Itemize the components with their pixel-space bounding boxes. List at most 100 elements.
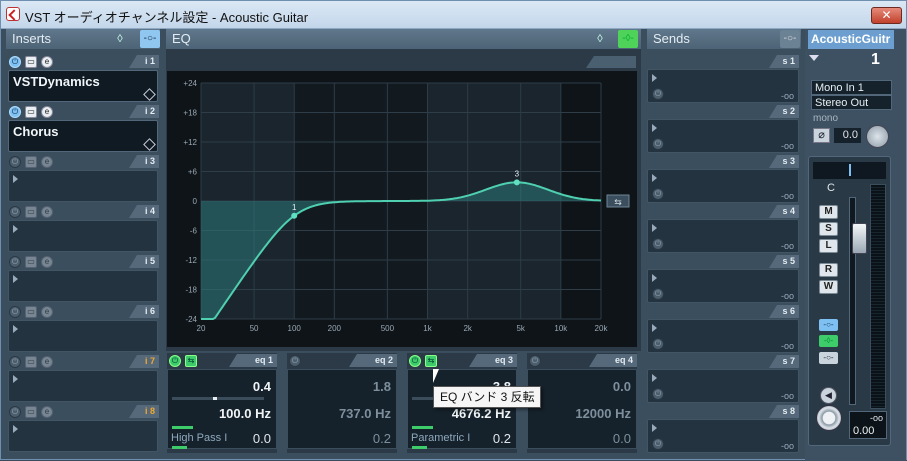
eq-band-gain[interactable]: 0.4 <box>253 379 271 394</box>
eq-band-point[interactable] <box>513 179 520 186</box>
strip-button-r[interactable]: R <box>819 263 838 277</box>
gain-marker[interactable] <box>213 397 217 400</box>
strip-button-s[interactable]: S <box>819 222 838 236</box>
eq-band-frequency[interactable]: 12000 Hz <box>575 406 631 421</box>
eq-band-type[interactable]: Parametric I <box>411 432 470 444</box>
send-slot[interactable]: ⏻ -oo <box>647 69 799 103</box>
fader-readout[interactable]: -oo 0.00 <box>849 411 887 439</box>
insert-slot[interactable] <box>8 320 158 352</box>
send-slot[interactable]: ⏻ -oo <box>647 219 799 253</box>
eq-graph[interactable]: +24 +18 +12 +6 0 -6 -12 -18 -2420 50 100 200 500 1k 2k… <box>167 71 637 347</box>
insert-power-button[interactable]: ⏻ <box>9 156 21 168</box>
volume-fader[interactable] <box>852 223 867 254</box>
insert-edit-icon[interactable]: ▭ <box>25 406 37 418</box>
pan-slider[interactable] <box>813 162 886 179</box>
input-routing[interactable]: Mono In 1 <box>811 80 892 95</box>
insert-power-button[interactable]: ⏻ <box>9 206 21 218</box>
insert-e-icon[interactable]: e <box>41 56 53 68</box>
insert-edit-icon[interactable]: ▭ <box>25 206 37 218</box>
insert-edit-icon[interactable]: ▭ <box>25 356 37 368</box>
eq-enable-button[interactable]: -◊- <box>819 335 838 347</box>
record-enable-button[interactable] <box>816 405 842 431</box>
insert-e-icon[interactable]: e <box>41 206 53 218</box>
eq-band-invert-icon[interactable]: ⇆ <box>425 355 437 367</box>
send-slot[interactable]: ⏻ -oo <box>647 119 799 153</box>
title-bar[interactable]: VST オーディオチャンネル設定 - Acoustic Guitar ✕ <box>1 1 906 29</box>
insert-e-icon[interactable]: e <box>41 356 53 368</box>
send-power-button[interactable]: ⏻ <box>652 388 664 400</box>
send-slot[interactable]: ⏻ -oo <box>647 319 799 353</box>
eq-band-frequency[interactable]: 737.0 Hz <box>339 406 391 421</box>
eq-curve-display[interactable]: +24 +18 +12 +6 0 -6 -12 -18 -24 20 50 100 200 500 1k 2k… <box>167 71 637 347</box>
sends-bypass-button[interactable]: -○- <box>780 30 800 48</box>
send-slot[interactable]: ⏻ -oo <box>647 269 799 303</box>
insert-power-button[interactable]: ⏻ <box>9 256 21 268</box>
sends-enable-button[interactable]: -○- <box>819 352 838 364</box>
insert-slot[interactable] <box>8 270 158 302</box>
eq-band-power-button[interactable]: ⏻ <box>289 355 301 367</box>
send-power-button[interactable]: ⏻ <box>652 138 664 150</box>
insert-power-button[interactable]: ⏻ <box>9 106 21 118</box>
eq-band-point[interactable] <box>291 212 298 219</box>
eq-band-q[interactable]: 0.2 <box>493 431 511 446</box>
send-slot[interactable]: ⏻ -oo <box>647 369 799 403</box>
output-routing[interactable]: Stereo Out <box>811 95 892 110</box>
eq-band-q[interactable]: 0.2 <box>373 431 391 446</box>
eq-band-type[interactable]: High Pass I <box>171 432 227 444</box>
insert-slot[interactable]: Chorus <box>8 120 158 152</box>
strip-button-l[interactable]: L <box>819 239 838 253</box>
eq-band-q[interactable]: 0.0 <box>613 431 631 446</box>
send-power-button[interactable]: ⏻ <box>652 438 664 450</box>
send-power-button[interactable]: ⏻ <box>652 238 664 250</box>
send-power-button[interactable]: ⏻ <box>652 288 664 300</box>
input-gain-value[interactable]: 0.0 <box>834 128 861 143</box>
strip-button-m[interactable]: M <box>819 205 838 219</box>
send-power-button[interactable]: ⏻ <box>652 188 664 200</box>
eq-preset-icon[interactable]: ◊ <box>593 32 607 46</box>
chevron-down-icon[interactable] <box>809 55 819 61</box>
channel-name[interactable]: AcousticGuitr <box>808 30 894 49</box>
freq-bar[interactable] <box>172 426 193 429</box>
eq-band-gain[interactable]: 1.8 <box>373 379 391 394</box>
insert-edit-icon[interactable]: ▭ <box>25 256 37 268</box>
q-bar[interactable] <box>412 446 427 449</box>
eq-band-power-button[interactable]: ⏻ <box>169 355 181 367</box>
eq-band-q[interactable]: 0.0 <box>253 431 271 446</box>
pre-fx-button[interactable]: -○- <box>819 319 838 331</box>
insert-edit-icon[interactable]: ▭ <box>25 306 37 318</box>
insert-e-icon[interactable]: e <box>41 156 53 168</box>
send-power-button[interactable]: ⏻ <box>652 338 664 350</box>
insert-edit-icon[interactable]: ▭ <box>25 56 37 68</box>
gain-knob[interactable] <box>866 125 889 148</box>
eq-band-invert-icon[interactable]: ⇆ <box>185 355 197 367</box>
eq-band-frequency[interactable]: 100.0 Hz <box>219 406 271 421</box>
eq-bypass-button[interactable]: -◊- <box>618 30 638 48</box>
inserts-bypass-button[interactable]: -○- <box>140 30 160 48</box>
send-power-button[interactable]: ⏻ <box>652 88 664 100</box>
insert-power-button[interactable]: ⏻ <box>9 306 21 318</box>
insert-slot[interactable] <box>8 370 158 402</box>
eq-band-power-button[interactable]: ⏻ <box>409 355 421 367</box>
insert-e-icon[interactable]: e <box>41 256 53 268</box>
insert-e-icon[interactable]: e <box>41 106 53 118</box>
monitor-icon[interactable]: ◀ <box>820 387 837 404</box>
insert-slot[interactable] <box>8 420 158 452</box>
insert-power-button[interactable]: ⏻ <box>9 56 21 68</box>
send-slot[interactable]: ⏻ -oo <box>647 419 799 453</box>
insert-e-icon[interactable]: e <box>41 406 53 418</box>
insert-slot[interactable] <box>8 170 158 202</box>
insert-edit-icon[interactable]: ▭ <box>25 106 37 118</box>
eq-band-frequency[interactable]: 4676.2 Hz <box>452 406 511 421</box>
eq-band-power-button[interactable]: ⏻ <box>529 355 541 367</box>
send-slot[interactable]: ⏻ -oo <box>647 169 799 203</box>
insert-e-icon[interactable]: e <box>41 306 53 318</box>
insert-power-button[interactable]: ⏻ <box>9 406 21 418</box>
eq-display-tab[interactable] <box>586 56 636 68</box>
preset-icon[interactable]: ◊ <box>113 32 127 46</box>
insert-slot[interactable]: VSTDynamics <box>8 70 158 102</box>
insert-power-button[interactable]: ⏻ <box>9 356 21 368</box>
phase-invert-button[interactable]: ⌀ <box>813 128 830 143</box>
close-button[interactable]: ✕ <box>871 7 902 24</box>
strip-button-w[interactable]: W <box>819 280 838 294</box>
eq-band-gain[interactable]: 0.0 <box>613 379 631 394</box>
